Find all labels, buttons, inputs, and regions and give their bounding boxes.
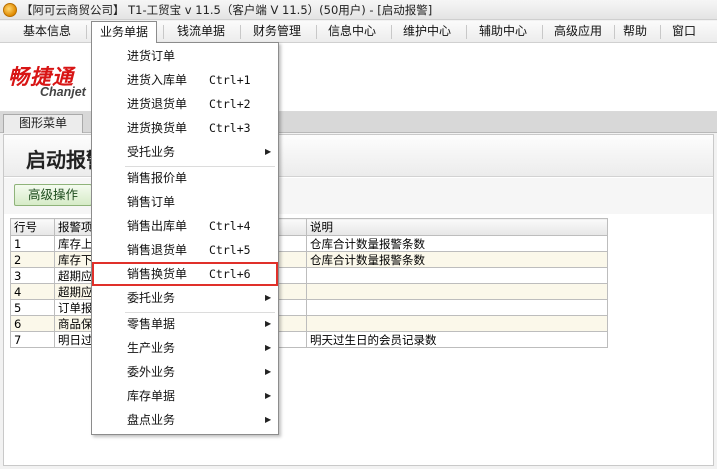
menu-separator (466, 25, 467, 39)
column-header-no[interactable]: 行号 (10, 218, 55, 236)
menu-advanced[interactable]: 高级应用 (545, 21, 611, 42)
menu-item-shortcut: Ctrl+5 (209, 243, 251, 257)
menu-item-label: 销售退货单 (127, 243, 188, 257)
menu-item-label: 零售单据 (127, 317, 176, 331)
cell-item: 明日过生日的会员 (54, 331, 95, 348)
submenu-arrow-icon: ▶ (265, 293, 272, 302)
cell-no: 7 (10, 331, 55, 348)
menu-item-shortcut: Ctrl+6 (209, 267, 251, 281)
business-documents-dropdown: 进货订单 进货入库单 Ctrl+1 进货退货单 Ctrl+2 进货换货单 Ctr… (91, 42, 279, 435)
cell-item: 超期应付款 (54, 283, 95, 300)
cell-item: 超期应收款 (54, 267, 95, 284)
cell-no: 4 (10, 283, 55, 300)
menu-item-stocktake[interactable]: 盘点业务 ▶ (93, 409, 277, 431)
menu-item-label: 受托业务 (127, 145, 176, 159)
window-title: 【阿可云商贸公司】 T1-工贸宝 v 11.5（客户端 V 11.5）(50用户… (21, 2, 433, 17)
menu-item-label: 委托业务 (127, 291, 176, 305)
submenu-arrow-icon: ▶ (265, 367, 272, 376)
cell-description: 明天过生日的会员记录数 (306, 331, 608, 348)
menu-separator (391, 25, 392, 39)
cell-description: 仓库合计数量报警条数 (306, 251, 608, 268)
cell-no: 1 (10, 235, 55, 252)
title-bar: 【阿可云商贸公司】 T1-工贸宝 v 11.5（客户端 V 11.5）(50用户… (0, 0, 717, 20)
menu-item-consignment-in[interactable]: 受托业务 ▶ (93, 141, 277, 163)
menu-item-shortcut: Ctrl+4 (209, 219, 251, 233)
cell-description (306, 283, 608, 300)
menu-separator (240, 25, 241, 39)
logo-english: Chanjet (40, 85, 86, 99)
menu-item-label: 进货入库单 (127, 73, 188, 87)
menu-item-label: 委外业务 (127, 365, 176, 379)
menu-item-label: 库存单据 (127, 389, 176, 403)
menu-item-label: 进货换货单 (127, 121, 188, 135)
menu-separator (316, 25, 317, 39)
submenu-arrow-icon: ▶ (265, 343, 272, 352)
menu-item-sales-delivery[interactable]: 销售出库单 Ctrl+4 (93, 215, 277, 237)
cell-description (306, 315, 608, 332)
menu-finance[interactable]: 财务管理 (244, 21, 310, 42)
submenu-arrow-icon: ▶ (265, 147, 272, 156)
menu-item-sales-exchange[interactable]: 销售换货单 Ctrl+6 (92, 262, 278, 286)
cell-item: 订单报警 (54, 299, 95, 316)
menu-item-sales-quote[interactable]: 销售报价单 (93, 167, 277, 189)
menu-item-production[interactable]: 生产业务 ▶ (93, 337, 277, 359)
submenu-arrow-icon: ▶ (265, 319, 272, 328)
menu-item-purchase-return[interactable]: 进货退货单 Ctrl+2 (93, 93, 277, 115)
cell-item: 库存上限报警 (54, 235, 95, 252)
menu-separator (86, 25, 87, 39)
cell-description: 仓库合计数量报警条数 (306, 235, 608, 252)
cell-no: 5 (10, 299, 55, 316)
menu-item-shortcut: Ctrl+2 (209, 97, 251, 111)
menu-window[interactable]: 窗口 (665, 21, 703, 42)
cell-no: 6 (10, 315, 55, 332)
menu-bar: 基本信息 业务单据 钱流单据 财务管理 信息中心 维护中心 辅助中心 高级应用 … (0, 21, 717, 43)
menu-cash-documents[interactable]: 钱流单据 (168, 21, 234, 42)
menu-separator (614, 25, 615, 39)
cell-item: 商品保质期 (54, 315, 95, 332)
menu-item-label: 盘点业务 (127, 413, 176, 427)
menu-business-documents[interactable]: 业务单据 (91, 21, 157, 43)
cell-item: 库存下限报警 (54, 251, 95, 268)
menu-item-purchase-order[interactable]: 进货订单 (93, 45, 277, 67)
column-header-item[interactable]: 报警项目 (54, 218, 95, 236)
menu-help[interactable]: 帮助 (617, 21, 653, 42)
column-header-description[interactable]: 说明 (306, 218, 608, 236)
menu-item-label: 销售报价单 (127, 171, 188, 185)
menu-item-label: 进货退货单 (127, 97, 188, 111)
cell-description (306, 267, 608, 284)
menu-item-sales-return[interactable]: 销售退货单 Ctrl+5 (93, 239, 277, 261)
menu-basic-info[interactable]: 基本信息 (14, 21, 80, 42)
menu-item-purchase-exchange[interactable]: 进货换货单 Ctrl+3 (93, 117, 277, 139)
menu-item-consignment-out[interactable]: 委托业务 ▶ (93, 287, 277, 309)
cell-description (306, 299, 608, 316)
cell-no: 3 (10, 267, 55, 284)
menu-item-shortcut: Ctrl+3 (209, 121, 251, 135)
tab-graphic-menu[interactable]: 图形菜单 (3, 114, 83, 133)
app-icon (3, 2, 17, 17)
menu-item-sales-order[interactable]: 销售订单 (93, 191, 277, 213)
menu-item-inventory-documents[interactable]: 库存单据 ▶ (93, 385, 277, 407)
menu-item-label: 销售出库单 (127, 219, 188, 233)
menu-item-shortcut: Ctrl+1 (209, 73, 251, 87)
menu-item-label: 进货订单 (127, 49, 176, 63)
menu-item-outsourcing[interactable]: 委外业务 ▶ (93, 361, 277, 383)
menu-auxiliary-center[interactable]: 辅助中心 (470, 21, 536, 42)
menu-item-purchase-receipt[interactable]: 进货入库单 Ctrl+1 (93, 69, 277, 91)
menu-item-label: 销售订单 (127, 195, 176, 209)
submenu-arrow-icon: ▶ (265, 391, 272, 400)
advanced-operations-button[interactable]: 高级操作 (14, 184, 92, 206)
menu-separator (542, 25, 543, 39)
menu-maintenance-center[interactable]: 维护中心 (394, 21, 460, 42)
cell-no: 2 (10, 251, 55, 268)
menu-item-label: 销售换货单 (127, 267, 188, 281)
menu-item-label: 生产业务 (127, 341, 176, 355)
menu-info-center[interactable]: 信息中心 (319, 21, 385, 42)
submenu-arrow-icon: ▶ (265, 415, 272, 424)
menu-separator (163, 25, 164, 39)
menu-item-retail-documents[interactable]: 零售单据 ▶ (93, 313, 277, 335)
menu-separator (660, 25, 661, 39)
